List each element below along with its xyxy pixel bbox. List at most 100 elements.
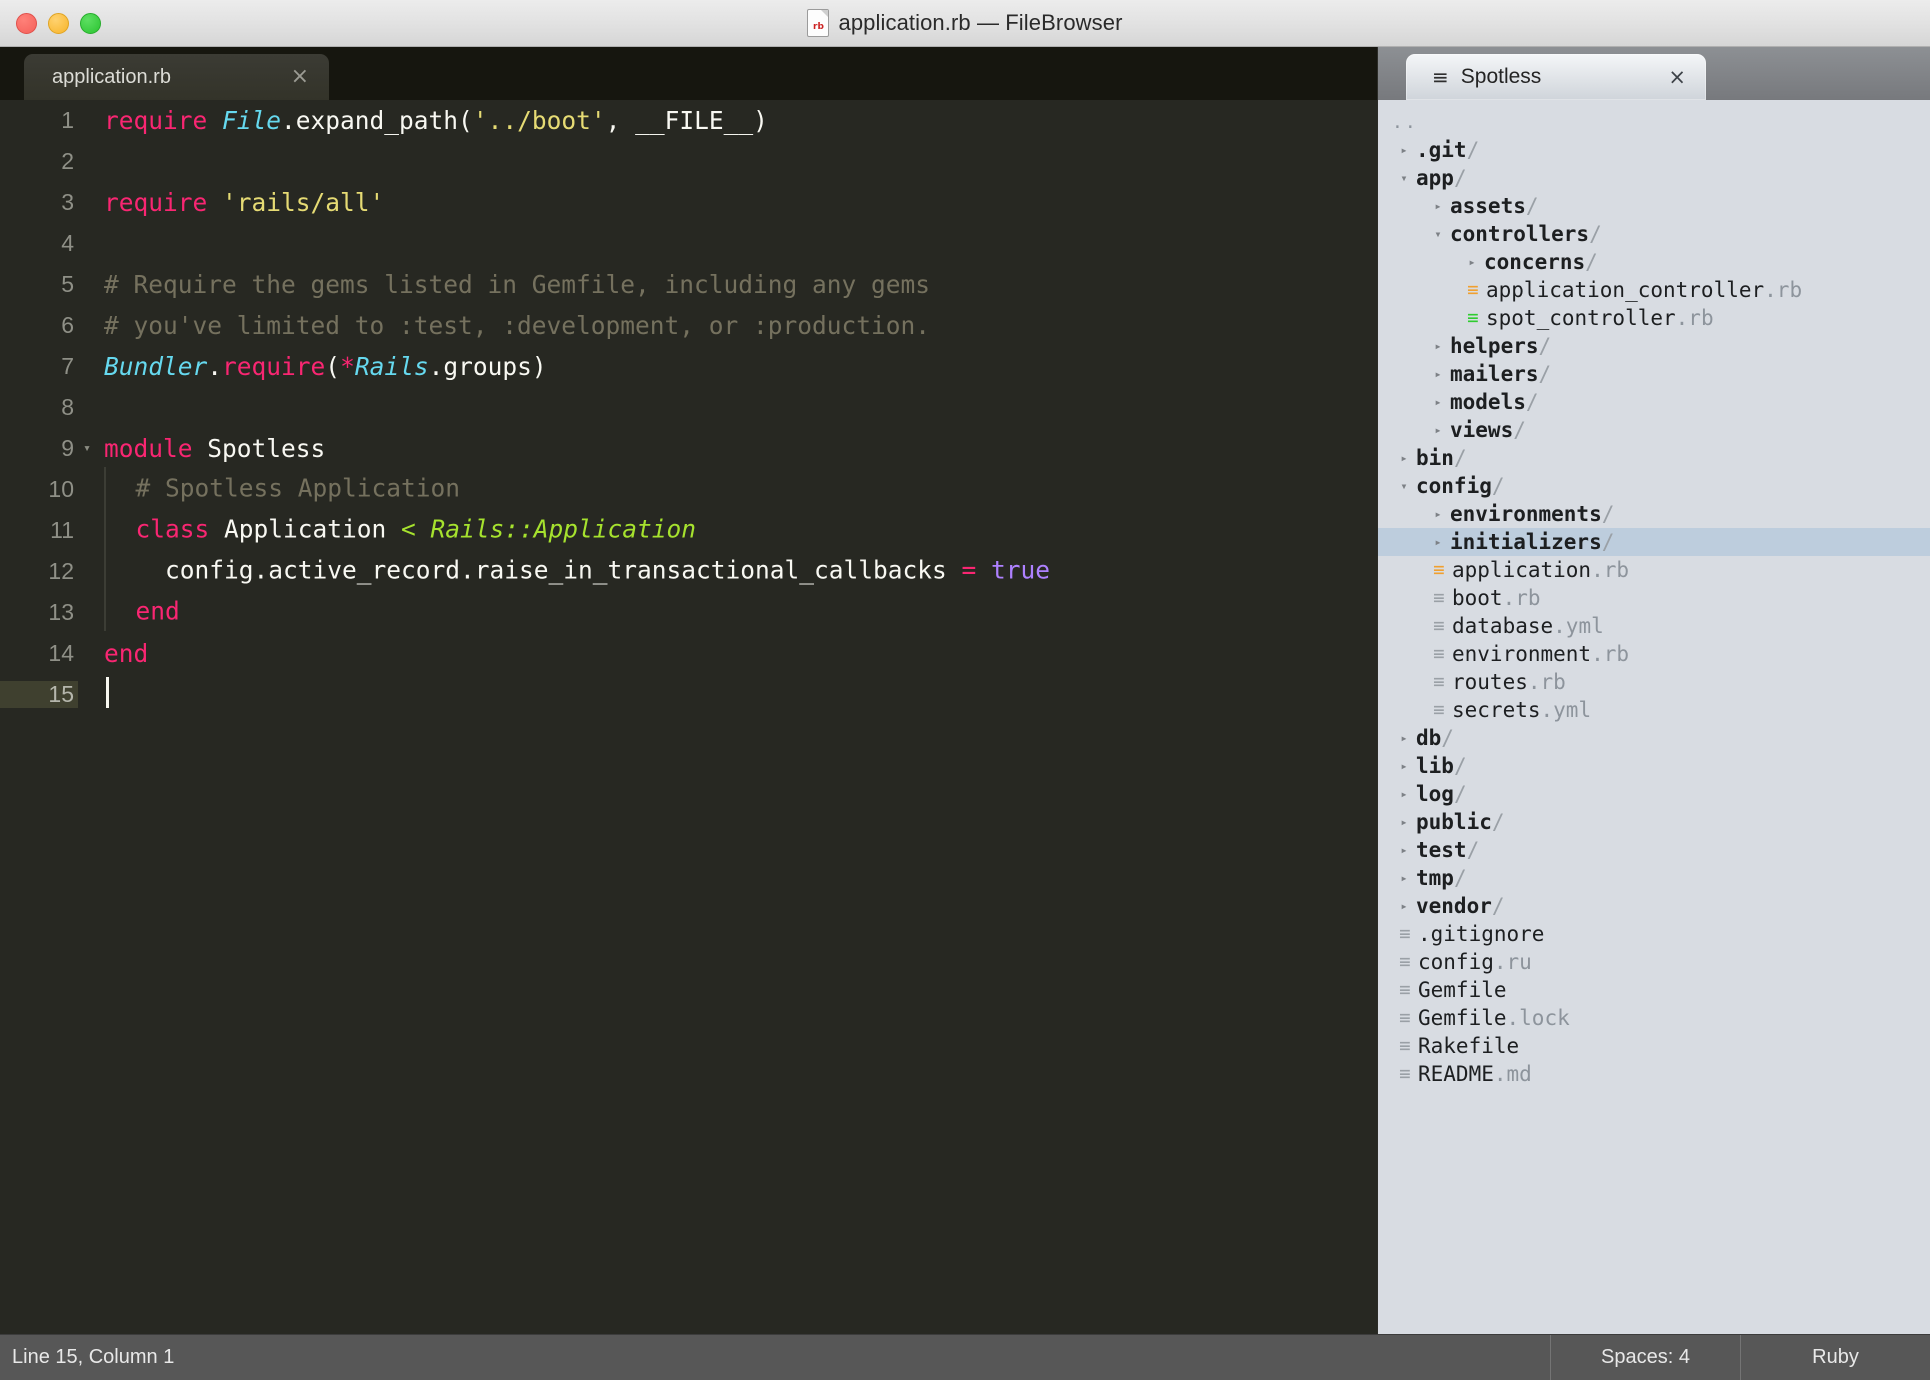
tree-folder-row[interactable]: ▸ assets / [1378, 192, 1930, 220]
chevron-right-icon[interactable]: ▸ [1392, 843, 1416, 857]
tree-item-label: tmp [1416, 866, 1454, 890]
tree-file-row[interactable]: ≡ application_controller .rb [1378, 276, 1930, 304]
tree-folder-row[interactable]: ▾ config / [1378, 472, 1930, 500]
tree-file-row[interactable]: ≡ Gemfile [1378, 976, 1930, 1004]
tree-file-row[interactable]: ≡ spot_controller .rb [1378, 304, 1930, 332]
code-line[interactable]: 3 require 'rails/all' [0, 182, 1377, 223]
tree-folder-row[interactable]: ▸ lib / [1378, 752, 1930, 780]
chevron-right-icon[interactable]: ▸ [1426, 339, 1450, 353]
tree-item-label: bin [1416, 446, 1454, 470]
file-tree[interactable]: .. ▸ .git / ▾ app / ▸ assets / ▾ controllers / ▸ conce… [1378, 100, 1930, 1334]
tree-folder-row[interactable]: ▾ app / [1378, 164, 1930, 192]
chevron-right-icon[interactable]: ▸ [1392, 871, 1416, 885]
tree-folder-row[interactable]: ▸ models / [1378, 388, 1930, 416]
tree-item-label: README [1418, 1062, 1494, 1086]
tree-parent-dir[interactable]: .. [1378, 108, 1930, 136]
tree-folder-row[interactable]: ▸ log / [1378, 780, 1930, 808]
file-icon: ≡ [1433, 587, 1445, 609]
tree-folder-row[interactable]: ▸ views / [1378, 416, 1930, 444]
code-text: require 'rails/all' [96, 188, 384, 217]
chevron-right-icon[interactable]: ▸ [1460, 255, 1484, 269]
tree-folder-row[interactable]: ▸ helpers / [1378, 332, 1930, 360]
code-area[interactable]: 1 require File.expand_path('../boot', __F… [0, 100, 1377, 1334]
chevron-right-icon[interactable]: ▸ [1392, 787, 1416, 801]
code-line[interactable]: 15 [0, 674, 1377, 715]
chevron-right-icon[interactable]: ▸ [1392, 451, 1416, 465]
tree-folder-row[interactable]: ▸ bin / [1378, 444, 1930, 472]
file-extension: .rb [1527, 670, 1566, 694]
code-line[interactable]: 8 [0, 387, 1377, 428]
language-mode[interactable]: Ruby [1740, 1335, 1930, 1380]
tree-file-row[interactable]: ≡ boot .rb [1378, 584, 1930, 612]
line-number: 15 [0, 681, 78, 708]
tree-file-row[interactable]: ≡ application .rb [1378, 556, 1930, 584]
code-line[interactable]: 2 [0, 141, 1377, 182]
code-line[interactable]: 6 # you've limited to :test, :development… [0, 305, 1377, 346]
code-line[interactable]: 14 end [0, 633, 1377, 674]
code-line[interactable]: 12 config.active_record.raise_in_transac… [0, 549, 1377, 592]
chevron-down-icon[interactable]: ▾ [1392, 171, 1416, 185]
tree-folder-row[interactable]: ▸ mailers / [1378, 360, 1930, 388]
close-icon[interactable]: × [249, 66, 309, 88]
chevron-right-icon[interactable]: ▸ [1426, 423, 1450, 437]
sidebar-tab-spotless[interactable]: ≡ Spotless × [1406, 54, 1706, 100]
ruby-file-icon [807, 9, 830, 37]
tree-item-label: config [1416, 474, 1492, 498]
chevron-right-icon[interactable]: ▸ [1392, 815, 1416, 829]
tree-folder-row[interactable]: ▸ db / [1378, 724, 1930, 752]
tree-file-row[interactable]: ≡ routes .rb [1378, 668, 1930, 696]
chevron-right-icon[interactable]: ▸ [1392, 143, 1416, 157]
chevron-down-icon[interactable]: ▾ [1392, 479, 1416, 493]
code-line[interactable]: 1 require File.expand_path('../boot', __F… [0, 100, 1377, 141]
code-line[interactable]: 7 Bundler.require(*Rails.groups) [0, 346, 1377, 387]
indent-setting[interactable]: Spaces: 4 [1550, 1335, 1740, 1380]
tree-folder-row[interactable]: ▸ vendor / [1378, 892, 1930, 920]
tree-folder-row[interactable]: ▸ tmp / [1378, 864, 1930, 892]
tree-file-row[interactable]: ≡ environment .rb [1378, 640, 1930, 668]
tree-file-row[interactable]: ≡ Rakefile [1378, 1032, 1930, 1060]
tree-folder-row[interactable]: ▸ environments / [1378, 500, 1930, 528]
tree-file-row[interactable]: ≡ config .ru [1378, 948, 1930, 976]
minimize-button[interactable] [48, 12, 69, 34]
chevron-right-icon[interactable]: ▸ [1392, 899, 1416, 913]
tree-folder-row[interactable]: ▸ test / [1378, 836, 1930, 864]
dir-slash: / [1491, 894, 1505, 918]
tree-item-label: vendor [1416, 894, 1492, 918]
chevron-right-icon[interactable]: ▸ [1392, 731, 1416, 745]
tree-file-row[interactable]: ≡ .gitignore [1378, 920, 1930, 948]
code-line[interactable]: 5 # Require the gems listed in Gemfile, i… [0, 264, 1377, 305]
code-line[interactable]: 4 [0, 223, 1377, 264]
tree-file-row[interactable]: ≡ README .md [1378, 1060, 1930, 1088]
code-line[interactable]: 10 # Spotless Application [0, 467, 1377, 510]
editor-tab-application-rb[interactable]: application.rb × [24, 54, 329, 100]
tree-folder-row[interactable]: ▸ .git / [1378, 136, 1930, 164]
token-plain: , __FILE__) [605, 106, 768, 135]
tree-folder-row[interactable]: ▾ controllers / [1378, 220, 1930, 248]
fold-arrow-icon[interactable]: ▾ [78, 441, 96, 456]
chevron-right-icon[interactable]: ▸ [1426, 367, 1450, 381]
tree-item-label: helpers [1450, 334, 1539, 358]
indent-guide [104, 467, 106, 508]
tree-file-row[interactable]: ≡ secrets .yml [1378, 696, 1930, 724]
code-line[interactable]: 13 end [0, 590, 1377, 633]
tree-item-label: boot [1452, 586, 1503, 610]
maximize-button[interactable] [80, 12, 101, 34]
workspace: application.rb × 1 require File.expand_pa… [0, 47, 1930, 1334]
code-line[interactable]: 11 class Application < Rails::Applicatio… [0, 508, 1377, 551]
close-button[interactable] [16, 12, 37, 34]
tree-folder-row[interactable]: ▸ concerns / [1378, 248, 1930, 276]
chevron-right-icon[interactable]: ▸ [1426, 507, 1450, 521]
tree-file-row[interactable]: ≡ Gemfile .lock [1378, 1004, 1930, 1032]
chevron-down-icon[interactable]: ▾ [1426, 227, 1450, 241]
chevron-right-icon[interactable]: ▸ [1426, 395, 1450, 409]
tree-folder-row[interactable]: ▸ initializers / [1378, 528, 1930, 556]
chevron-right-icon[interactable]: ▸ [1426, 535, 1450, 549]
chevron-right-icon[interactable]: ▸ [1426, 199, 1450, 213]
tree-file-row[interactable]: ≡ database .yml [1378, 612, 1930, 640]
close-icon[interactable]: × [1628, 65, 1686, 89]
code-line[interactable]: 9 ▾ module Spotless [0, 428, 1377, 469]
chevron-right-icon[interactable]: ▸ [1392, 759, 1416, 773]
tree-folder-row[interactable]: ▸ public / [1378, 808, 1930, 836]
